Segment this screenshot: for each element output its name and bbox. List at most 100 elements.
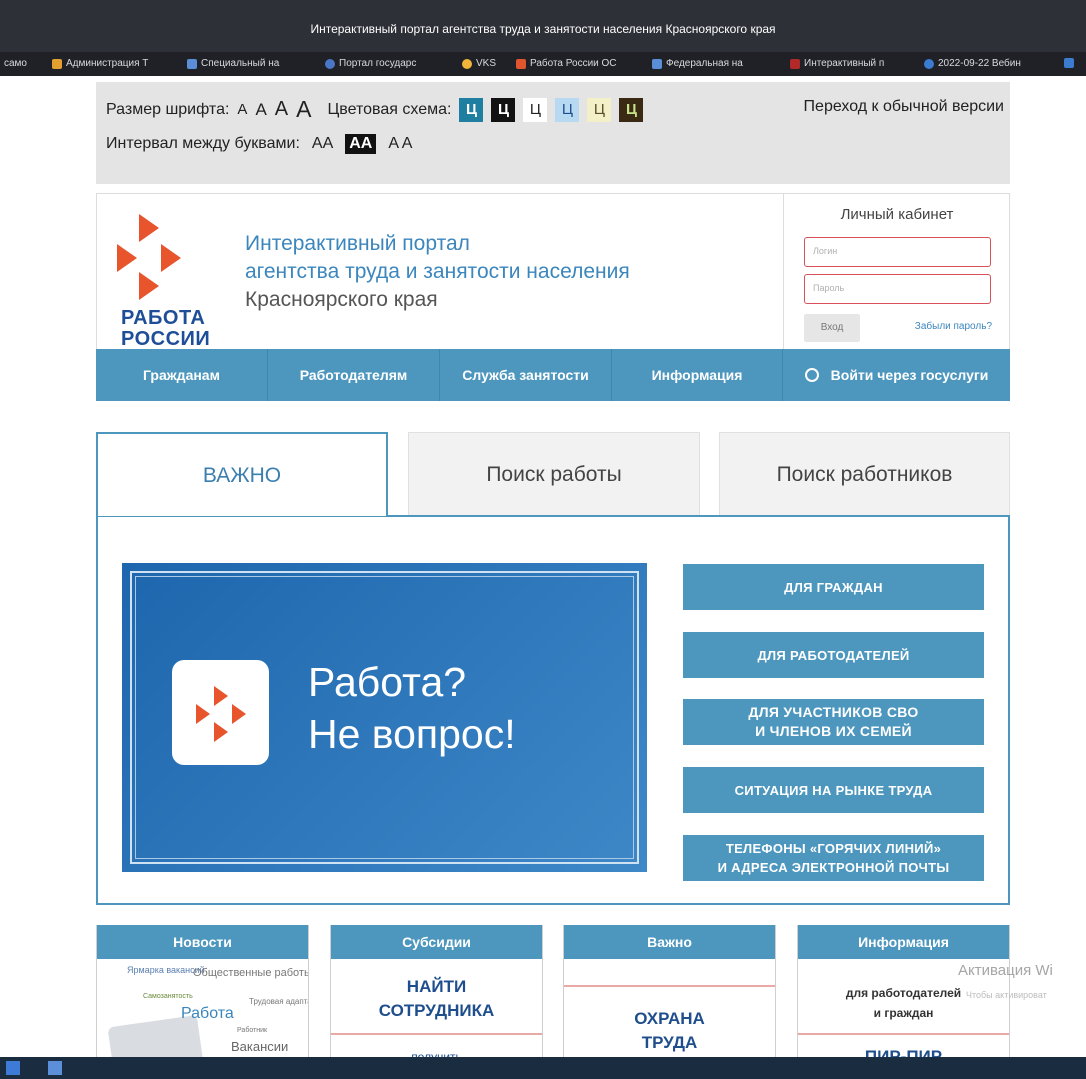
- information-block[interactable]: Информация для работодателей и граждан П…: [797, 925, 1010, 1079]
- login-button[interactable]: Вход: [804, 314, 860, 342]
- portal-title-line-2: агентства труда и занятости населения: [245, 260, 630, 283]
- forgot-password-link[interactable]: Забыли пароль?: [915, 321, 992, 332]
- window-title: Интерактивный портал агентства труда и з…: [310, 22, 776, 36]
- important-heading-line-2: ТРУДА: [641, 1033, 698, 1052]
- labor-market-button[interactable]: СИТУАЦИЯ НА РЫНКЕ ТРУДА: [683, 767, 984, 813]
- personal-cabinet: Личный кабинет Логин Пароль Вход Забыли …: [783, 194, 1010, 350]
- for-citizens-button[interactable]: ДЛЯ ГРАЖДАН: [683, 564, 984, 610]
- banner-logo-box: [172, 660, 269, 765]
- color-scheme-white-button[interactable]: Ц: [523, 97, 548, 122]
- password-input[interactable]: Пароль: [804, 274, 991, 304]
- letter-spacing-medium-button[interactable]: AA: [345, 134, 377, 154]
- bookmark-label: Администрация Т: [66, 58, 149, 69]
- bookmark-label: само: [4, 58, 27, 69]
- bookmark-item[interactable]: Портал государс: [325, 58, 416, 69]
- taskbar-app-icon[interactable]: [48, 1061, 62, 1075]
- button-label-line-2: И АДРЕСА ЭЛЕКТРОННОЙ ПОЧТЫ: [717, 860, 950, 875]
- bookmark-favicon-icon: [652, 58, 662, 69]
- hotlines-button[interactable]: ТЕЛЕФОНЫ «ГОРЯЧИХ ЛИНИЙ» И АДРЕСА ЭЛЕКТР…: [683, 835, 984, 881]
- bookmark-favicon-icon: [462, 58, 472, 69]
- gosuslugi-label: Войти через госуслуги: [830, 367, 989, 383]
- nav-item-employment-service[interactable]: Служба занятости: [440, 349, 612, 401]
- taskbar: [0, 1057, 1086, 1079]
- banner-text: Работа? Не вопрос!: [308, 656, 516, 760]
- letter-spacing-normal-button[interactable]: AA: [308, 134, 337, 154]
- bookmark-favicon-icon: [52, 58, 62, 69]
- color-scheme-black-button[interactable]: Ц: [491, 97, 516, 122]
- bookmark-item[interactable]: Администрация Т: [52, 58, 148, 69]
- color-scheme-lightblue-button[interactable]: Ц: [555, 97, 580, 122]
- bookmark-label: Специальный на: [201, 58, 280, 69]
- important-block-title: Важно: [564, 925, 775, 959]
- bookmark-item[interactable]: Федеральная на: [652, 58, 743, 69]
- logo-arrows-icon: [117, 214, 181, 300]
- activation-watermark-subtext: Чтобы активироват: [966, 990, 1047, 1000]
- nav-item-citizens[interactable]: Гражданам: [96, 349, 268, 401]
- for-employers-button[interactable]: ДЛЯ РАБОТОДАТЕЛЕЙ: [683, 632, 984, 678]
- important-heading: ОХРАНА ТРУДА: [564, 1007, 775, 1055]
- bookmark-item[interactable]: VKS: [462, 58, 496, 69]
- bookmark-item[interactable]: Работа России ОС: [516, 58, 617, 69]
- svo-participants-button[interactable]: ДЛЯ УЧАСТНИКОВ СВО И ЧЛЕНОВ ИХ СЕМЕЙ: [683, 699, 984, 745]
- site-header: РАБОТА РОССИИ Интерактивный портал агент…: [96, 193, 1010, 350]
- bookmark-favicon-icon: [790, 58, 800, 69]
- information-text: для работодателей и граждан: [798, 983, 1009, 1023]
- logo-text-line-2: РОССИИ: [121, 328, 211, 350]
- font-size-xlarge-button[interactable]: A: [296, 96, 311, 123]
- font-size-large-button[interactable]: A: [275, 98, 288, 121]
- cabinet-title: Личный кабинет: [840, 206, 954, 223]
- font-size-label: Размер шрифта:: [106, 100, 230, 118]
- important-block[interactable]: Важно ОХРАНА ТРУДА: [563, 925, 776, 1079]
- information-block-title: Информация: [798, 925, 1009, 959]
- font-size-medium-button[interactable]: A: [255, 100, 266, 120]
- letter-spacing-label: Интервал между буквами:: [106, 135, 300, 152]
- portal-title-line-3: Красноярского края: [245, 288, 438, 311]
- bookmark-label: VKS: [476, 58, 497, 69]
- bookmark-item[interactable]: Специальный на: [187, 58, 279, 69]
- normal-version-link[interactable]: Переход к обычной версии: [804, 98, 1004, 116]
- screen: Интерактивный портал агентства труда и з…: [0, 0, 1086, 1079]
- bookmark-item[interactable]: 2022-09-22 Вебин: [924, 58, 1021, 69]
- button-label: СИТУАЦИЯ НА РЫНКЕ ТРУДА: [734, 782, 933, 798]
- divider: [798, 1033, 1009, 1035]
- rabota-rossii-logo[interactable]: РАБОТА РОССИИ: [111, 210, 231, 350]
- banner-text-line-2: Не вопрос!: [308, 711, 516, 757]
- tab-job-search[interactable]: Поиск работы: [408, 432, 700, 516]
- gosuslugi-icon: [804, 368, 819, 382]
- promo-banner[interactable]: Работа? Не вопрос!: [122, 563, 647, 872]
- bookmark-item[interactable]: само: [4, 58, 27, 69]
- color-scheme-beige-button[interactable]: Ц: [587, 97, 612, 122]
- login-input[interactable]: Логин: [804, 237, 991, 267]
- portal-title: Интерактивный портал агентства труда и з…: [245, 230, 630, 314]
- bookmark-favicon-icon: [516, 58, 526, 69]
- nav-item-employers[interactable]: Работодателям: [268, 349, 440, 401]
- gosuslugi-login-button[interactable]: Войти через госуслуги: [783, 349, 1010, 401]
- letter-spacing-wide-button[interactable]: A A: [384, 134, 416, 154]
- window-titlebar: Интерактивный портал агентства труда и з…: [0, 0, 1086, 52]
- news-block-title: Новости: [97, 925, 308, 959]
- bookmark-item[interactable]: [1064, 58, 1074, 68]
- subsidies-block-title: Субсидии: [331, 925, 542, 959]
- subsidies-block[interactable]: Субсидии НАЙТИ СОТРУДНИКА получить: [330, 925, 543, 1079]
- tab-worker-search[interactable]: Поиск работников: [719, 432, 1010, 516]
- font-size-small-button[interactable]: A: [237, 101, 247, 118]
- color-scheme-brown-button[interactable]: Ц: [619, 97, 644, 122]
- news-block[interactable]: Новости Ярмарка вакансий Общественные ра…: [96, 925, 309, 1079]
- subsidies-heading-line-1: НАЙТИ: [406, 977, 467, 996]
- button-label-line-1: ДЛЯ УЧАСТНИКОВ СВО: [748, 704, 919, 720]
- button-label: ДЛЯ РАБОТОДАТЕЛЕЙ: [757, 647, 910, 663]
- tab-important[interactable]: ВАЖНО: [96, 432, 388, 516]
- logo-text: РАБОТА РОССИИ: [121, 308, 210, 350]
- divider: [331, 1033, 542, 1035]
- bookmark-favicon-icon: [325, 58, 335, 69]
- bookmark-item[interactable]: Интерактивный п: [790, 58, 884, 69]
- start-icon[interactable]: [6, 1061, 20, 1075]
- word-cloud-item: Работа: [181, 1005, 234, 1022]
- important-heading-line-1: ОХРАНА: [634, 1009, 705, 1028]
- nav-item-information[interactable]: Информация: [612, 349, 783, 401]
- word-cloud-item: Работник: [237, 1027, 268, 1034]
- bookmark-favicon-icon: [187, 58, 197, 69]
- word-cloud-item: Самозанятость: [143, 993, 193, 1000]
- color-scheme-blue-button[interactable]: Ц: [459, 97, 484, 122]
- bookmark-label: Федеральная на: [666, 58, 743, 69]
